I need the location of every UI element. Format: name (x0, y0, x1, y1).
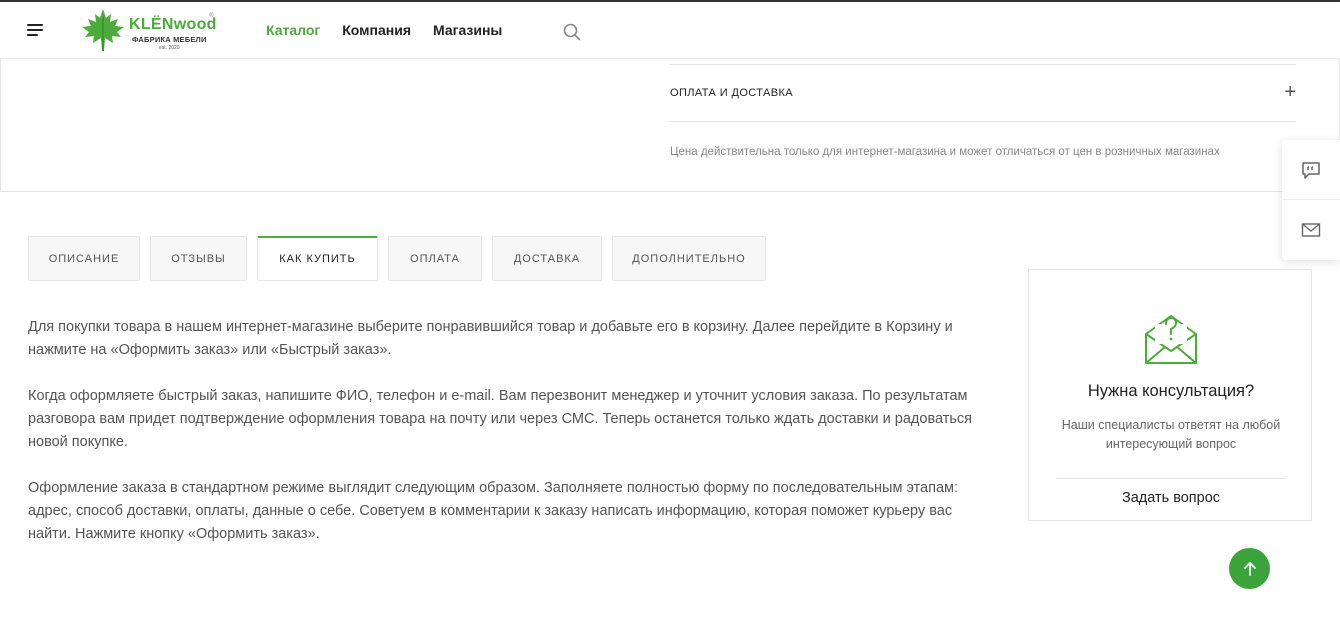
brand-registered-mark: ® (209, 13, 214, 19)
mail-button[interactable] (1282, 200, 1340, 260)
tab-label: ОТЗЫВЫ (171, 252, 226, 265)
chat-button[interactable] (1282, 140, 1340, 200)
tab-label: КАК КУПИТЬ (279, 253, 356, 265)
tab-how-to-buy[interactable]: КАК КУПИТЬ (257, 236, 378, 281)
divider (1056, 478, 1286, 479)
consult-title: Нужна консультация? (1087, 382, 1255, 400)
tab-label: ДОСТАВКА (513, 252, 581, 265)
maple-leaf-icon (82, 9, 124, 51)
chat-quote-icon (1302, 161, 1320, 179)
scroll-to-top-button[interactable] (1229, 548, 1270, 589)
mail-icon (1301, 223, 1321, 237)
main-nav: Каталог Компания Магазины (266, 22, 502, 38)
tab-label: ОПЛАТА (410, 252, 460, 265)
tab-delivery[interactable]: ДОСТАВКА (492, 236, 602, 281)
tab-reviews[interactable]: ОТЗЫВЫ (150, 236, 247, 281)
nav-item-company[interactable]: Компания (342, 22, 411, 38)
tab-description[interactable]: ОПИСАНИЕ (28, 236, 140, 281)
search-icon[interactable] (563, 23, 581, 41)
tab-label: ДОПОЛНИТЕЛЬНО (632, 252, 746, 265)
tab-label: ОПИСАНИЕ (48, 252, 120, 265)
tab-additional[interactable]: ДОПОЛНИТЕЛЬНО (612, 236, 766, 281)
menu-icon[interactable] (27, 24, 43, 36)
site-header: KLЁNwood ® ФАБРИКА МЕБЕЛИ est. 2020 Ката… (0, 2, 1340, 59)
nav-item-stores[interactable]: Магазины (433, 22, 502, 38)
how-to-buy-content: Для покупки товара в нашем интернет-мага… (28, 316, 988, 569)
tab-payment[interactable]: ОПЛАТА (388, 236, 482, 281)
plus-icon[interactable]: + (1284, 82, 1296, 102)
paragraph: Для покупки товара в нашем интернет-мага… (28, 319, 953, 358)
question-envelope-icon (1145, 315, 1197, 364)
consultation-card: Нужна консультация? Наши специалисты отв… (1028, 269, 1312, 521)
price-note: Цена действительна только для интернет-м… (670, 146, 1220, 158)
brand-est: est. 2020 (159, 45, 180, 51)
consult-description: Наши специалисты ответят на любой интере… (1061, 418, 1281, 451)
ask-question-button[interactable]: Задать вопрос (1029, 490, 1313, 506)
site-logo[interactable]: KLЁNwood ® ФАБРИКА МЕБЕЛИ est. 2020 (79, 7, 219, 53)
accordion-payment-delivery[interactable]: ОПЛАТА И ДОСТАВКА + (670, 65, 1296, 122)
paragraph: Когда оформляете быстрый заказ, напишите… (28, 388, 973, 450)
side-widgets (1282, 140, 1340, 260)
brand-subtitle: ФАБРИКА МЕБЕЛИ (132, 35, 207, 44)
accordion-title: ОПЛАТА И ДОСТАВКА (670, 87, 794, 99)
arrow-up-icon (1243, 561, 1256, 576)
brand-name: KLЁNwood (129, 16, 217, 33)
paragraph: Оформление заказа в стандартном режиме в… (28, 480, 959, 542)
nav-item-catalog[interactable]: Каталог (266, 22, 320, 38)
